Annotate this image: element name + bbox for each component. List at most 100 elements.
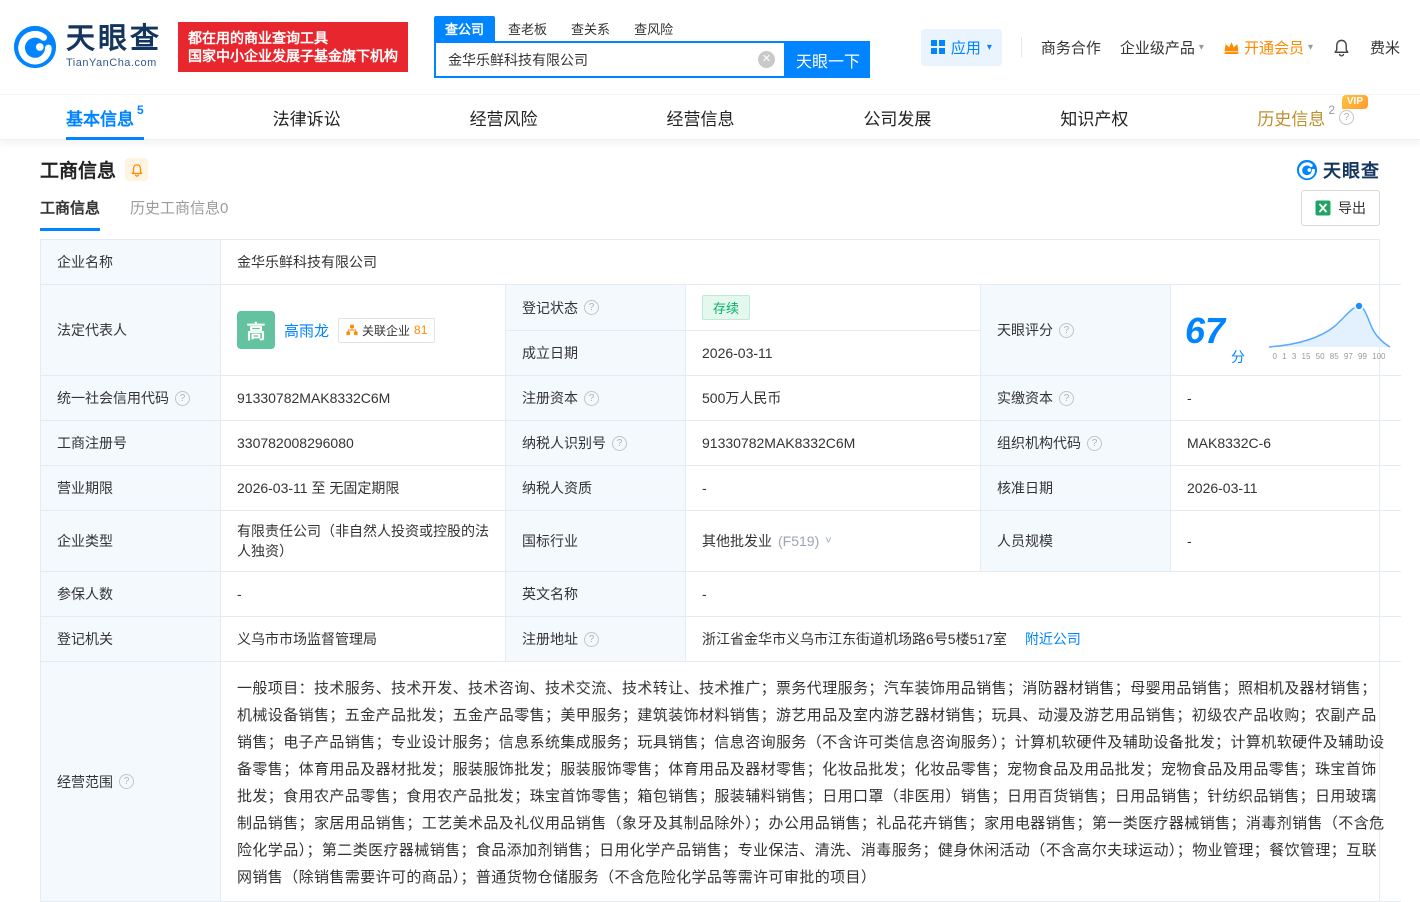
clear-search-icon[interactable]: ✕ [758, 51, 776, 68]
tab-basic-info-label: 基本信息 [66, 109, 134, 129]
chevron-down-icon: ▾ [1198, 41, 1204, 53]
field-label-staff-size: 人员规模 [981, 511, 1171, 572]
help-icon[interactable]: ? [1059, 390, 1074, 406]
watermark-logo-text: 天眼查 [1323, 160, 1380, 181]
excel-icon [1315, 200, 1331, 216]
search-box: ✕ [434, 41, 787, 78]
apps-menu-button[interactable]: 应用 ▾ [920, 28, 1002, 66]
field-label-establish-date: 成立日期 [506, 331, 686, 376]
subtab-history-business-info[interactable]: 历史工商信息0 [130, 197, 228, 231]
vip-badge: VIP [1341, 95, 1368, 109]
field-label-address: 注册地址 ? [506, 617, 686, 662]
industry-code: (F519) [778, 533, 820, 549]
tab-company-development-label: 公司发展 [863, 109, 932, 129]
related-companies-label: 关联企业 [362, 323, 411, 338]
top-header: 天眼查 TianYanCha.com 都在用的商业查询工具 国家中小企业发展子基… [0, 0, 1420, 94]
field-value-company-name: 金华乐鲜科技有限公司 [221, 240, 1401, 285]
search-tab-relation[interactable]: 查关系 [560, 16, 621, 41]
apps-menu-label: 应用 [950, 39, 981, 57]
search-tab-boss[interactable]: 查老板 [497, 16, 558, 41]
search-input[interactable] [436, 51, 759, 68]
logo-domain: TianYanCha.com [66, 57, 157, 69]
menu-item-open-vip[interactable]: 开通会员 ▾ [1223, 37, 1313, 58]
score-axis-labels: 0 1 3 15 50 85 97 99 100 [1272, 352, 1386, 361]
tab-company-development[interactable]: 公司发展 [863, 94, 931, 140]
subtab-business-info[interactable]: 工商信息 [40, 197, 101, 231]
field-value-taxpayer-quality: - [686, 466, 981, 511]
help-icon[interactable]: ? [1087, 435, 1102, 451]
field-label-uscc: 统一社会信用代码 ? [41, 376, 221, 421]
bell-icon [131, 163, 142, 177]
field-value-reg-capital: 500万人民币 [686, 376, 981, 421]
field-value-legal-rep: 高 高雨龙 关联企业 81 [221, 285, 506, 376]
score-marker-dot [1354, 301, 1364, 311]
field-value-reg-status: 存续 [686, 285, 981, 331]
monitor-bell-button[interactable] [125, 158, 149, 181]
field-value-paid-capital: - [1171, 376, 1401, 421]
section-title: 工商信息 [40, 161, 117, 182]
nearby-companies-link[interactable]: 附近公司 [1025, 629, 1081, 649]
field-label-paid-capital: 实缴资本 ? [981, 376, 1171, 421]
field-value-reg-authority: 义乌市市场监督管理局 [221, 617, 506, 662]
search-area: 查公司 查老板 查关系 查风险 ✕ 天眼一下 [434, 16, 871, 78]
tab-operation-risk[interactable]: 经营风险 [470, 94, 538, 140]
field-label-reg-number: 工商注册号 [41, 421, 221, 466]
field-value-industry[interactable]: 其他批发业 (F519) ˅ [686, 511, 981, 572]
score-curve-chart [1268, 301, 1391, 348]
tianyancha-logo-icon [13, 25, 57, 69]
slogan-line2: 国家中小企业发展子基金旗下机构 [188, 48, 399, 64]
export-button[interactable]: 导出 [1301, 190, 1380, 226]
tab-basic-info[interactable]: 基本信息 5 [66, 94, 144, 140]
username: 费米 [1369, 39, 1400, 57]
field-value-business-scope: 一般项目：技术服务、技术开发、技术咨询、技术交流、技术转让、技术推广；票务代理服… [221, 662, 1401, 902]
bell-icon [1334, 39, 1349, 57]
subtab-row: 工商信息 历史工商信息0 导出 [40, 189, 1380, 231]
score-chart: 0 1 3 15 50 85 97 99 100 [1265, 301, 1393, 361]
legal-rep-avatar: 高 [237, 311, 275, 349]
related-companies-badge[interactable]: 关联企业 81 [338, 317, 436, 343]
slogan-banner: 都在用的商业查询工具 国家中小企业发展子基金旗下机构 [178, 22, 409, 72]
field-label-reg-authority: 登记机关 [41, 617, 221, 662]
tianyancha-logo[interactable]: 天眼查 TianYanCha.com [12, 24, 162, 70]
menu-item-cooperation[interactable]: 商务合作 [1041, 37, 1101, 58]
tab-basic-info-count: 5 [137, 103, 144, 117]
field-label-org-code: 组织机构代码 ? [981, 421, 1171, 466]
chevron-down-icon[interactable]: ˅ [825, 535, 831, 547]
help-icon[interactable]: ? [175, 390, 190, 406]
help-icon[interactable]: ? [1059, 322, 1074, 338]
help-icon[interactable]: ? [584, 631, 599, 647]
field-label-company-name: 企业名称 [41, 240, 221, 285]
top-menu: 应用 ▾ 商务合作 企业级产品 ▾ 开通会员 ▾ 费米 [920, 28, 1400, 66]
user-menu[interactable]: 费米 [1370, 37, 1400, 58]
search-tab-company[interactable]: 查公司 [434, 16, 496, 41]
help-icon[interactable]: ? [1339, 109, 1354, 125]
help-icon[interactable]: ? [612, 435, 627, 451]
watermark-logo: 天眼查 [1296, 157, 1380, 183]
legal-rep-name-link[interactable]: 高雨龙 [284, 320, 329, 341]
help-icon[interactable]: ? [119, 774, 134, 789]
menu-item-enterprise[interactable]: 企业级产品 ▾ [1120, 37, 1204, 58]
search-button[interactable]: 天眼一下 [786, 41, 871, 78]
tab-legal-litigation[interactable]: 法律诉讼 [273, 94, 341, 140]
tab-operation-info[interactable]: 经营信息 [667, 94, 735, 140]
help-icon[interactable]: ? [584, 300, 599, 315]
notification-bell-button[interactable] [1332, 38, 1351, 57]
tab-history-info[interactable]: 历史信息 2 ? VIP [1257, 94, 1368, 140]
search-tab-risk[interactable]: 查风险 [623, 16, 684, 41]
field-value-business-term: 2026-03-11 至 无固定期限 [221, 466, 506, 511]
field-label-score: 天眼评分 ? [981, 285, 1171, 376]
tab-history-info-count: 2 [1328, 103, 1335, 117]
field-label-insured-count: 参保人数 [41, 572, 221, 617]
search-row: ✕ 天眼一下 [434, 41, 871, 78]
subtabs: 工商信息 历史工商信息0 [40, 197, 228, 231]
section-title-wrap: 工商信息 [40, 156, 149, 183]
tab-operation-info-label: 经营信息 [666, 109, 735, 129]
crown-icon [1224, 41, 1239, 54]
logo-text: 天眼查 TianYanCha.com [66, 25, 162, 70]
field-value-english-name: - [686, 572, 1401, 617]
tab-intellectual-property[interactable]: 知识产权 [1060, 94, 1128, 140]
search-tabs: 查公司 查老板 查关系 查风险 [434, 16, 870, 41]
field-label-approval-date: 核准日期 [981, 466, 1171, 511]
related-companies-count: 81 [414, 323, 428, 337]
help-icon[interactable]: ? [584, 390, 599, 406]
